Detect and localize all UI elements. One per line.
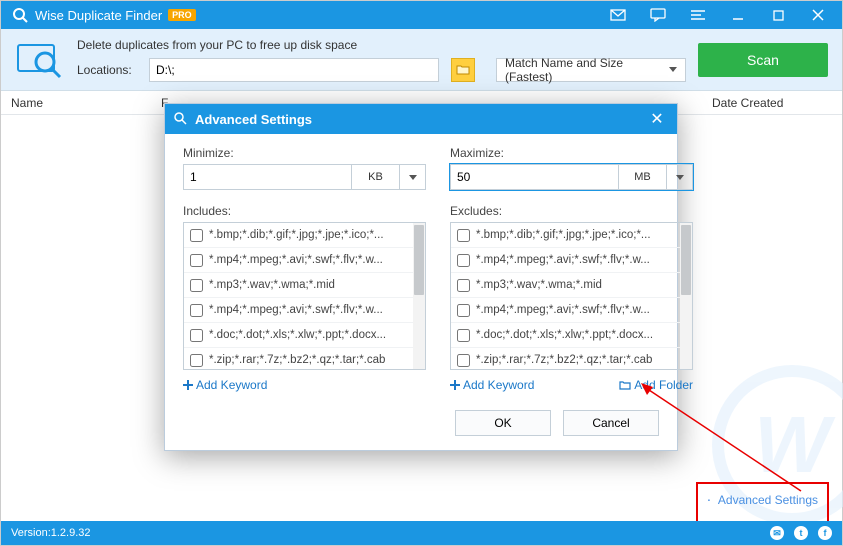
minimize-label: Minimize: [183,146,426,160]
list-item-text: *.mp3;*.wav;*.wma;*.mid [476,279,602,291]
list-item-checkbox[interactable] [457,354,470,367]
list-item-checkbox[interactable] [190,279,203,292]
dialog-icon [173,111,189,127]
list-item[interactable]: *.bmp;*.dib;*.gif;*.jpg;*.jpe;*.ico;*... [184,223,413,248]
list-item[interactable]: *.mp4;*.mpeg;*.avi;*.swf;*.flv;*.w... [184,298,413,323]
menu-icon[interactable] [678,1,718,29]
list-item-text: *.doc;*.dot;*.xls;*.xlw;*.ppt;*.docx... [209,329,386,341]
list-item-checkbox[interactable] [190,304,203,317]
list-item-checkbox[interactable] [457,229,470,242]
locations-label: Locations: [77,63,137,77]
list-item-checkbox[interactable] [190,229,203,242]
maximize-input[interactable] [451,165,618,189]
excludes-listbox[interactable]: *.bmp;*.dib;*.gif;*.jpg;*.jpe;*.ico;*...… [450,222,693,370]
chevron-down-icon [669,67,677,72]
list-item-text: *.mp4;*.mpeg;*.avi;*.swf;*.flv;*.w... [476,254,650,266]
col-name[interactable]: Name [11,96,161,110]
list-item-text: *.mp4;*.mpeg;*.avi;*.swf;*.flv;*.w... [209,304,383,316]
title-bar: Wise Duplicate Finder PRO [1,1,842,29]
list-item-text: *.bmp;*.dib;*.gif;*.jpg;*.jpe;*.ico;*... [209,229,384,241]
includes-add-keyword-link[interactable]: Add Keyword [183,378,267,392]
excludes-scrollbar[interactable] [680,223,692,369]
list-item[interactable]: *.mp4;*.mpeg;*.avi;*.swf;*.flv;*.w... [451,248,680,273]
ok-button[interactable]: OK [455,410,551,436]
pro-badge: PRO [168,9,196,21]
maximize-label: Maximize: [450,146,693,160]
match-mode-select[interactable]: Match Name and Size (Fastest) [496,58,686,82]
list-item-checkbox[interactable] [457,279,470,292]
dialog-close-button[interactable]: ✕ [645,107,669,131]
minimize-unit-dropdown[interactable] [399,165,425,189]
list-item[interactable]: *.zip;*.rar;*.7z;*.bz2;*.qz;*.tar;*.cab [184,348,413,369]
excludes-add-folder-link[interactable]: Add Folder [619,378,693,392]
excludes-label: Excludes: [450,204,693,218]
match-mode-value: Match Name and Size (Fastest) [505,56,669,84]
list-item[interactable]: *.mp4;*.mpeg;*.avi;*.swf;*.flv;*.w... [184,248,413,273]
maximize-button[interactable] [758,1,798,29]
search-big-icon [15,38,65,82]
advanced-settings-dialog: Advanced Settings ✕ Minimize: KB Include… [164,103,678,451]
social-icon-2[interactable]: t [794,526,808,540]
list-item-text: *.doc;*.dot;*.xls;*.xlw;*.ppt;*.docx... [476,329,653,341]
list-item-text: *.mp3;*.wav;*.wma;*.mid [209,279,335,291]
list-item[interactable]: *.zip;*.rar;*.7z;*.bz2;*.qz;*.tar;*.cab [451,348,680,369]
app-title: Wise Duplicate Finder [35,8,162,23]
minimize-button[interactable] [718,1,758,29]
feedback-icon[interactable] [638,1,678,29]
maximize-unit: MB [618,165,666,189]
list-item-checkbox[interactable] [457,254,470,267]
list-item-checkbox[interactable] [190,354,203,367]
app-icon [11,6,29,24]
list-item[interactable]: *.bmp;*.dib;*.gif;*.jpg;*.jpe;*.ico;*... [451,223,680,248]
dialog-header: Advanced Settings ✕ [165,104,677,134]
close-button[interactable] [798,1,838,29]
slogan: Delete duplicates from your PC to free u… [77,38,686,52]
cancel-button[interactable]: Cancel [563,410,659,436]
path-input[interactable] [149,58,439,82]
chevron-down-icon [409,175,417,180]
dialog-title: Advanced Settings [195,112,645,127]
list-item-text: *.bmp;*.dib;*.gif;*.jpg;*.jpe;*.ico;*... [476,229,651,241]
maximize-column: Maximize: MB Excludes: *.bmp;*.dib;*.gif… [450,146,693,392]
minimize-column: Minimize: KB Includes: *.bmp;*.dib;*.gif… [183,146,426,392]
list-item-text: *.mp4;*.mpeg;*.avi;*.swf;*.flv;*.w... [476,304,650,316]
list-item[interactable]: *.doc;*.dot;*.xls;*.xlw;*.ppt;*.docx... [184,323,413,348]
minimize-input[interactable] [184,165,351,189]
status-bar: Version:1.2.9.32 ✉ t f [1,521,842,545]
version-label: Version:1.2.9.32 [11,527,91,539]
list-item-checkbox[interactable] [190,329,203,342]
includes-listbox[interactable]: *.bmp;*.dib;*.gif;*.jpg;*.jpe;*.ico;*...… [183,222,426,370]
mail-icon[interactable] [598,1,638,29]
list-item[interactable]: *.doc;*.dot;*.xls;*.xlw;*.ppt;*.docx... [451,323,680,348]
social-icon-3[interactable]: f [818,526,832,540]
browse-folder-button[interactable] [451,58,475,82]
includes-label: Includes: [183,204,426,218]
list-item-text: *.zip;*.rar;*.7z;*.bz2;*.qz;*.tar;*.cab [209,354,385,366]
list-item-text: *.mp4;*.mpeg;*.avi;*.swf;*.flv;*.w... [209,254,383,266]
list-item-checkbox[interactable] [457,329,470,342]
col-date[interactable]: Date Created [712,96,832,110]
advanced-settings-link[interactable]: Advanced Settings [708,493,818,507]
includes-scrollbar[interactable] [413,223,425,369]
scan-button[interactable]: Scan [698,43,828,77]
excludes-add-keyword-link[interactable]: Add Keyword [450,378,534,392]
top-bar: Delete duplicates from your PC to free u… [1,29,842,91]
chevron-down-icon [676,175,684,180]
list-item-checkbox[interactable] [457,304,470,317]
list-item-text: *.zip;*.rar;*.7z;*.bz2;*.qz;*.tar;*.cab [476,354,652,366]
list-item[interactable]: *.mp3;*.wav;*.wma;*.mid [451,273,680,298]
minimize-unit: KB [351,165,399,189]
list-item[interactable]: *.mp4;*.mpeg;*.avi;*.swf;*.flv;*.w... [451,298,680,323]
maximize-unit-dropdown[interactable] [666,165,692,189]
list-item-checkbox[interactable] [190,254,203,267]
list-item[interactable]: *.mp3;*.wav;*.wma;*.mid [184,273,413,298]
social-icon-1[interactable]: ✉ [770,526,784,540]
